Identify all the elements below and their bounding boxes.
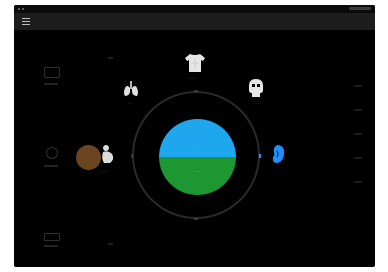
disc-top-label: ··· <box>196 143 199 147</box>
right-mark <box>354 181 362 183</box>
kidney-label: ······ <box>272 169 278 173</box>
disc-bottom-half[interactable]: ······· <box>159 157 236 195</box>
ring-tick <box>194 218 198 220</box>
faint-mark <box>108 243 113 245</box>
kidney-icon[interactable] <box>270 144 286 164</box>
brain-icon[interactable] <box>247 78 265 98</box>
right-mark <box>354 85 362 87</box>
ring-tick <box>131 154 133 158</box>
ring-tick <box>194 90 198 92</box>
app-bar <box>14 13 375 30</box>
faint-mark <box>108 57 113 59</box>
lungs-icon[interactable] <box>122 80 140 98</box>
left-icon-top[interactable] <box>44 67 60 78</box>
right-mark <box>354 109 362 111</box>
left-label-bottom <box>44 245 58 247</box>
baby-label: ········ <box>100 169 108 173</box>
right-mark <box>354 133 362 135</box>
status-indicators <box>349 7 371 10</box>
selection-highlight <box>76 145 101 170</box>
status-bar <box>14 5 375 13</box>
menu-icon[interactable] <box>22 18 30 25</box>
ring-tick-active <box>259 154 261 158</box>
status-dot <box>22 8 24 10</box>
status-dot <box>18 8 20 10</box>
left-icon-bottom[interactable] <box>44 233 60 241</box>
lungs-label: ···· <box>128 101 132 105</box>
torso-icon[interactable] <box>184 52 206 74</box>
center-disc[interactable]: ··· ······· <box>159 119 236 195</box>
torso-label: ········ <box>188 76 196 80</box>
disc-top-half[interactable]: ··· <box>159 119 236 157</box>
tablet-screen: ··· ······· ········ ···· ····· ········… <box>14 5 375 267</box>
left-label-top <box>44 83 58 85</box>
left-label-middle <box>44 165 58 167</box>
brain-label: ····· <box>254 101 259 105</box>
right-mark <box>354 157 362 159</box>
baby-icon[interactable] <box>100 143 116 165</box>
disc-bottom-label: ······· <box>194 169 201 173</box>
left-icon-middle[interactable] <box>46 147 58 159</box>
